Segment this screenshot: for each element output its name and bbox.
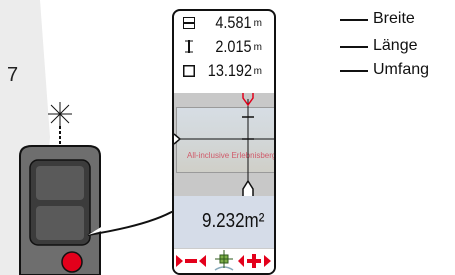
length-label: Länge: [373, 37, 418, 54]
measure-mode-icon[interactable]: [213, 250, 235, 272]
perimeter-unit: m: [253, 66, 262, 77]
device-illustration: [19, 102, 176, 275]
width-value: 4.581: [215, 13, 252, 32]
function-bar: [174, 248, 274, 273]
left-marker-icon: [174, 133, 182, 145]
crosshair-overlay: [174, 93, 274, 199]
device-screen: 4.581 m 2.015 m 13.192 m All-inclusive E…: [172, 9, 276, 275]
length-unit: m: [253, 42, 262, 53]
length-icon: [185, 40, 193, 53]
camera-view: All-inclusive Erlebnisberg Pradaschier: [174, 93, 274, 201]
width-unit: m: [253, 18, 262, 29]
perimeter-leader-line: [340, 70, 368, 72]
length-value: 2.015: [215, 37, 252, 56]
width-icon: [183, 17, 195, 29]
result-panel: 9.232m²: [174, 196, 274, 253]
perimeter-icon: [183, 65, 195, 77]
step-number: 7: [7, 64, 19, 86]
laser-burst-icon: [48, 102, 72, 126]
perimeter-value: 13.192: [207, 61, 252, 80]
plus-button[interactable]: [238, 252, 272, 270]
area-result: 9.232m²: [201, 210, 264, 232]
measurement-row-perimeter: 13.192 m: [174, 61, 274, 81]
minus-button[interactable]: [176, 252, 210, 270]
measurement-row-width: 4.581 m: [174, 13, 274, 33]
measurement-row-length: 2.015 m: [174, 37, 274, 57]
power-button-icon: [61, 251, 83, 273]
length-leader-line: [340, 46, 368, 48]
width-leader-line: [340, 19, 368, 21]
width-label: Breite: [373, 10, 415, 27]
perimeter-label: Umfang: [373, 61, 430, 78]
